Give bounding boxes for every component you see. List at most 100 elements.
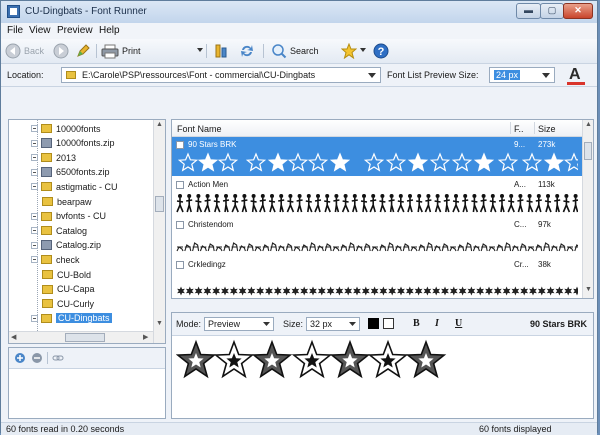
- folder-icon: [41, 182, 52, 192]
- scroll-up-icon[interactable]: ▲: [585, 121, 592, 128]
- font-row[interactable]: Action Men A... 113k: [172, 177, 582, 216]
- remove-favorite-icon[interactable]: [31, 352, 43, 364]
- expand-icon[interactable]: [31, 125, 38, 132]
- refresh-button[interactable]: [239, 42, 255, 60]
- font-row[interactable]: Crkledingz Cr... 38k: [172, 257, 582, 296]
- tree-horizontal-scrollbar[interactable]: ◀ ▶: [9, 331, 153, 343]
- column-divider[interactable]: [510, 122, 511, 134]
- tree-item[interactable]: bearpaw: [42, 195, 92, 208]
- underline-button[interactable]: U: [455, 318, 462, 329]
- expand-icon[interactable]: [31, 183, 38, 191]
- tree-item[interactable]: Catalog: [31, 224, 87, 237]
- expand-icon[interactable]: [31, 154, 38, 162]
- menu-file[interactable]: File: [7, 25, 23, 36]
- menu-preview[interactable]: Preview: [57, 25, 93, 36]
- tree-item[interactable]: CU-Curly: [42, 297, 94, 310]
- column-divider[interactable]: [534, 122, 535, 134]
- figure-glyph: [286, 194, 295, 213]
- help-button[interactable]: ?: [373, 42, 389, 60]
- scroll-down-icon[interactable]: ▼: [156, 320, 163, 327]
- column-size[interactable]: Size: [538, 124, 556, 134]
- font-row[interactable]: 90 Stars BRK 9... 273k: [172, 137, 582, 176]
- maximize-button[interactable]: ▢: [540, 3, 564, 19]
- tree-item[interactable]: astigmatic - CU: [31, 180, 118, 193]
- italic-button[interactable]: I: [435, 318, 439, 329]
- font-row[interactable]: Christendom C... 97k: [172, 217, 582, 256]
- tree-item[interactable]: bvfonts - CU: [31, 210, 106, 223]
- font-file: Cr...: [514, 260, 529, 269]
- search-button[interactable]: Search: [271, 42, 319, 60]
- font-checkbox[interactable]: [176, 181, 184, 189]
- forward-button[interactable]: [53, 42, 69, 60]
- foreground-color-swatch[interactable]: [368, 318, 379, 329]
- crkledingz-glyph: [467, 286, 476, 296]
- favorites-button[interactable]: [341, 42, 357, 60]
- crkledingz-glyph: [573, 286, 578, 296]
- font-color-bar: [567, 82, 585, 85]
- star-glyph: [177, 152, 199, 172]
- scroll-up-icon[interactable]: ▲: [156, 121, 163, 128]
- scroll-thumb[interactable]: [65, 333, 105, 342]
- column-font-name[interactable]: Font Name: [177, 124, 222, 134]
- scroll-thumb[interactable]: [155, 196, 164, 212]
- scroll-left-icon[interactable]: ◀: [11, 333, 16, 341]
- expand-icon[interactable]: [31, 241, 38, 249]
- print-button[interactable]: Print: [101, 42, 141, 60]
- background-color-swatch[interactable]: [383, 318, 394, 329]
- tree-item[interactable]: 10000fonts: [31, 122, 101, 135]
- chevron-down-icon[interactable]: [542, 73, 550, 79]
- back-button[interactable]: Back: [5, 42, 44, 60]
- preview-size-value: 24 px: [494, 70, 521, 80]
- scroll-right-icon[interactable]: ▶: [143, 333, 148, 341]
- expand-icon[interactable]: [31, 212, 38, 220]
- font-checkbox[interactable]: [176, 221, 184, 229]
- chevron-down-icon[interactable]: [263, 322, 270, 327]
- tree-item[interactable]: CU-Dingbats: [31, 312, 112, 325]
- back-label: Back: [24, 46, 45, 56]
- expand-icon[interactable]: [31, 256, 38, 264]
- bold-button[interactable]: B: [413, 318, 420, 329]
- font-list[interactable]: Font Name F.. Size 90 Stars BRK 9... 273…: [171, 119, 594, 299]
- location-field[interactable]: E:\Carole\PSP\ressources\Font - commerci…: [61, 67, 381, 83]
- tree-item[interactable]: 2013: [31, 151, 76, 164]
- tree-vertical-scrollbar[interactable]: ▲ ▼: [153, 120, 165, 343]
- preview-size-select[interactable]: 24 px: [489, 67, 555, 83]
- mode-select[interactable]: Preview: [204, 317, 274, 331]
- add-favorite-icon[interactable]: [14, 352, 26, 364]
- tree-item[interactable]: CU-Capa: [42, 283, 95, 296]
- christendom-glyph: [379, 244, 387, 252]
- column-f[interactable]: F..: [514, 124, 524, 134]
- chevron-down-icon[interactable]: [349, 322, 356, 327]
- chevron-down-icon[interactable]: [368, 73, 376, 79]
- minimize-button[interactable]: ▬: [516, 3, 541, 19]
- scroll-thumb[interactable]: [584, 142, 592, 160]
- expand-icon[interactable]: [31, 168, 38, 176]
- tree-item[interactable]: 10000fonts.zip: [31, 137, 115, 150]
- menu-view[interactable]: View: [29, 25, 51, 36]
- crkledingz-glyph: [449, 286, 458, 296]
- print-dropdown-icon[interactable]: [197, 48, 203, 52]
- size-select[interactable]: 32 px: [306, 317, 360, 331]
- font-list-scrollbar[interactable]: ▲ ▼: [582, 120, 593, 298]
- crkledingz-glyph: [423, 286, 432, 296]
- figure-glyph: [278, 194, 285, 213]
- edit-button[interactable]: [75, 42, 91, 60]
- tree-item[interactable]: Catalog.zip: [31, 239, 101, 252]
- font-info-button[interactable]: [213, 42, 229, 60]
- expand-icon[interactable]: [31, 139, 38, 147]
- tree-item[interactable]: 6500fonts.zip: [31, 166, 110, 179]
- expand-icon[interactable]: [31, 314, 38, 322]
- folder-tree[interactable]: 10000fonts 10000fonts.zip 2013 6500fonts.zi…: [8, 119, 166, 344]
- tree-item[interactable]: check: [31, 253, 80, 266]
- link-icon[interactable]: [52, 352, 64, 364]
- font-checkbox[interactable]: [176, 141, 184, 149]
- font-checkbox[interactable]: [176, 261, 184, 269]
- favorites-dropdown-icon[interactable]: [360, 48, 366, 52]
- menu-help[interactable]: Help: [99, 25, 120, 36]
- scroll-down-icon[interactable]: ▼: [585, 286, 592, 293]
- figure-glyph: [424, 194, 432, 213]
- expand-icon[interactable]: [31, 227, 38, 235]
- close-button[interactable]: ✕: [563, 3, 593, 19]
- title-bar[interactable]: CU-Dingbats - Font Runner ▬ ▢ ✕: [1, 1, 597, 23]
- tree-item[interactable]: CU-Bold: [42, 268, 91, 281]
